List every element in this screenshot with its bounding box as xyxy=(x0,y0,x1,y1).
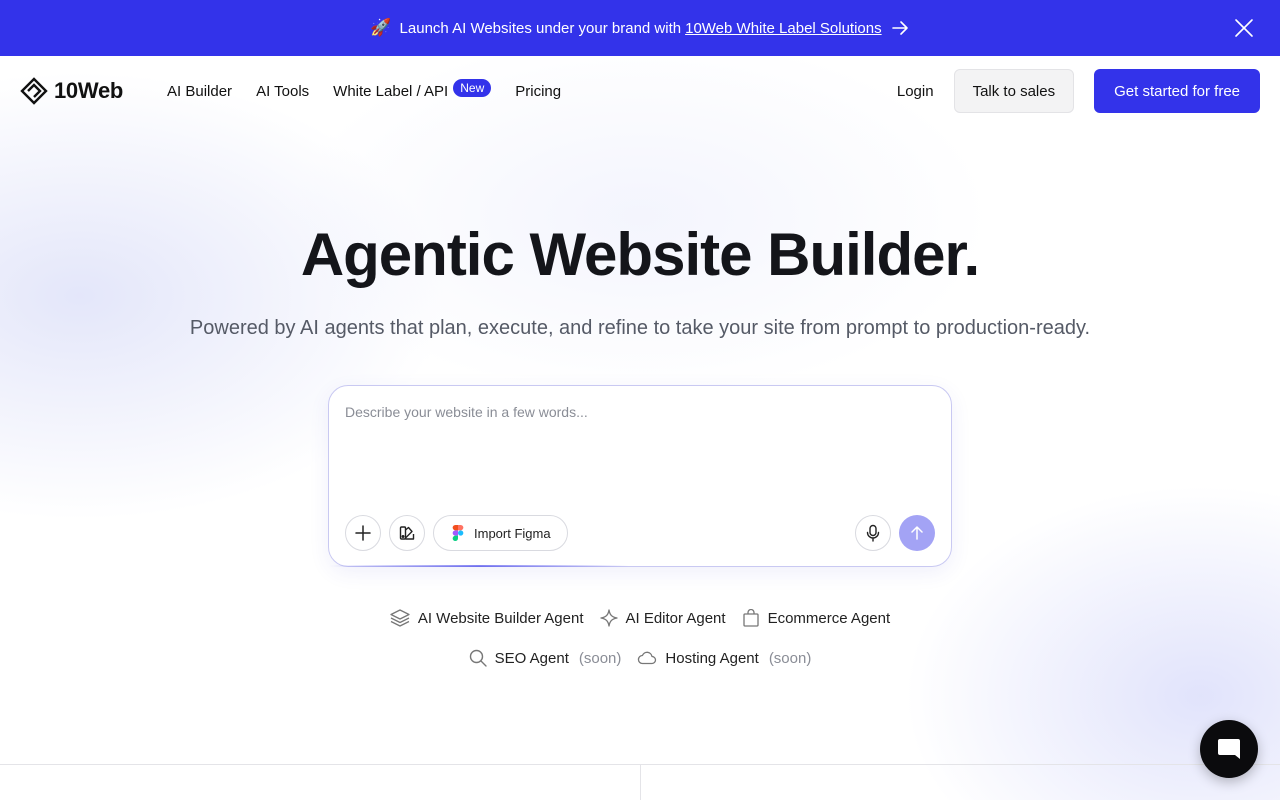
voice-input-button[interactable] xyxy=(855,515,891,551)
close-icon[interactable] xyxy=(1234,18,1254,38)
cloud-icon xyxy=(638,651,657,665)
send-button[interactable] xyxy=(899,515,935,551)
logo-icon xyxy=(20,77,48,105)
palette-icon xyxy=(399,526,415,540)
soon-tag: (soon) xyxy=(578,649,622,667)
nav-pricing[interactable]: Pricing xyxy=(515,83,561,100)
prompt-box: Import Figma xyxy=(328,385,952,567)
import-figma-label: Import Figma xyxy=(474,525,551,541)
soon-tag: (soon) xyxy=(768,649,812,667)
shopping-bag-icon xyxy=(742,609,759,627)
hero: Agentic Website Builder. Powered by AI a… xyxy=(0,220,1280,340)
hero-subtitle: Powered by AI agents that plan, execute,… xyxy=(189,317,1091,339)
microphone-icon xyxy=(866,524,880,542)
layers-icon xyxy=(390,609,410,627)
nav-white-label-label: White Label / API xyxy=(333,82,449,100)
add-button[interactable] xyxy=(345,515,381,551)
white-label-link[interactable]: 10Web White Label Solutions xyxy=(685,20,882,37)
nav-ai-tools[interactable]: AI Tools xyxy=(256,83,309,100)
agent-seo-label: SEO Agent xyxy=(494,649,569,667)
agent-hosting[interactable]: Hosting Agent (soon) xyxy=(637,647,811,669)
chat-widget-button[interactable] xyxy=(1200,720,1258,778)
plus-icon xyxy=(355,525,371,541)
agent-ecommerce[interactable]: Ecommerce Agent xyxy=(742,607,891,629)
agents-row-2: SEO Agent (soon) Hosting Agent (soon) xyxy=(0,647,1280,669)
sparkle-icon xyxy=(599,609,618,627)
arrow-up-icon xyxy=(911,526,923,540)
style-button[interactable] xyxy=(389,515,425,551)
figma-icon xyxy=(452,525,464,541)
main-nav: 10Web AI Builder AI Tools White Label / … xyxy=(0,56,1280,126)
agent-editor[interactable]: AI Editor Agent xyxy=(599,607,726,629)
new-badge: New xyxy=(453,79,492,97)
hero-title: Agentic Website Builder. xyxy=(300,221,980,288)
agent-editor-label: AI Editor Agent xyxy=(625,609,726,627)
import-figma-button[interactable]: Import Figma xyxy=(433,515,568,551)
agent-hosting-label: Hosting Agent xyxy=(665,649,759,667)
nav-white-label[interactable]: White Label / API New xyxy=(333,79,492,100)
login-link[interactable]: Login xyxy=(897,83,934,100)
search-icon xyxy=(469,649,487,667)
rocket-icon: 🚀 xyxy=(370,18,392,37)
column-divider xyxy=(640,764,641,800)
talk-to-sales-button[interactable]: Talk to sales xyxy=(953,69,1075,113)
chat-icon xyxy=(1218,739,1240,759)
website-description-input[interactable] xyxy=(345,404,935,494)
agent-seo[interactable]: SEO Agent (soon) xyxy=(469,647,622,669)
agent-website-builder[interactable]: AI Website Builder Agent xyxy=(390,607,584,629)
arrow-right-icon[interactable] xyxy=(890,18,910,38)
get-started-button[interactable]: Get started for free xyxy=(1094,69,1260,113)
agents-row-1: AI Website Builder Agent AI Editor Agent… xyxy=(0,607,1280,629)
agent-website-builder-label: AI Website Builder Agent xyxy=(417,609,584,627)
announcement-bar: 🚀 Launch AI Websites under your brand wi… xyxy=(0,0,1280,56)
logo-text: 10Web xyxy=(54,78,124,103)
nav-ai-builder[interactable]: AI Builder xyxy=(167,83,232,100)
agent-ecommerce-label: Ecommerce Agent xyxy=(767,609,891,627)
logo[interactable]: 10Web xyxy=(20,77,123,105)
announcement-text: Launch AI Websites under your brand with xyxy=(399,19,682,37)
